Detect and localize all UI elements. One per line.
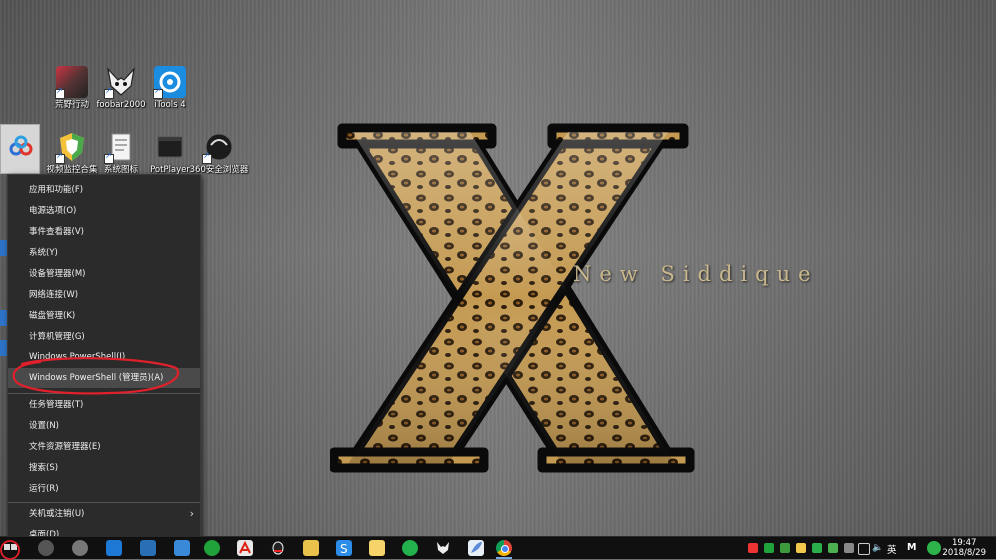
menu-item-shutdown[interactable]: 关机或注销(U) › — [8, 504, 200, 524]
browser-icon — [202, 131, 235, 164]
desktop-icon-itools[interactable]: iTools 4 — [140, 66, 200, 111]
wallpaper-x-logo — [330, 123, 695, 473]
tray-app-icon[interactable] — [844, 543, 854, 553]
ime-indicator[interactable]: 英 — [887, 542, 897, 556]
tray-shield-icon[interactable] — [780, 543, 790, 553]
menu-item-apps-features[interactable]: 应用和功能(F) — [8, 180, 200, 200]
taskbar-app-icon[interactable] — [140, 540, 156, 556]
yellow-app-icon[interactable] — [303, 540, 319, 556]
menu-item-device-manager[interactable]: 设备管理器(M) — [8, 264, 200, 284]
foobar-icon — [104, 66, 137, 99]
menu-item-settings[interactable]: 设置(N) — [8, 416, 200, 436]
tray-app-icon[interactable] — [812, 543, 822, 553]
wechat-icon[interactable] — [204, 540, 220, 556]
sogou-icon[interactable]: S — [336, 540, 352, 556]
menu-item-event-viewer[interactable]: 事件查看器(V) — [8, 222, 200, 242]
wallpaper-text: New Siddique — [573, 262, 819, 286]
cloud-icon — [9, 135, 33, 156]
taskbar: S 🔈 英 M 19:47 2018/8/29 — [0, 536, 996, 559]
volume-icon[interactable]: 🔈 — [872, 543, 883, 553]
menu-item-computer-management[interactable]: 计算机管理(G) — [8, 327, 200, 347]
taskbar-app-icon[interactable] — [72, 540, 88, 556]
tray-app-icon[interactable] — [796, 543, 806, 553]
taskbar-app-icon[interactable] — [38, 540, 54, 556]
foobar-icon[interactable] — [435, 540, 451, 556]
tray-wechat-icon[interactable] — [764, 543, 774, 553]
menu-separator — [8, 502, 200, 503]
edge-icon[interactable] — [106, 540, 122, 556]
tray-app-icon[interactable] — [748, 543, 758, 553]
tray-app-icon[interactable] — [828, 543, 838, 553]
ime-mode-indicator[interactable]: M — [907, 542, 916, 553]
clock-time: 19:47 — [951, 538, 977, 548]
menu-item-run[interactable]: 运行(R) — [8, 479, 200, 499]
feather-icon[interactable] — [468, 540, 484, 556]
itools-icon — [153, 66, 186, 99]
video-icon — [154, 131, 186, 163]
notes-icon[interactable] — [369, 540, 385, 556]
menu-item-label: 关机或注销(U) — [29, 509, 85, 519]
chevron-right-icon: › — [189, 507, 194, 520]
acrobat-icon[interactable] — [237, 540, 253, 556]
green-refresh-icon[interactable] — [402, 540, 418, 556]
menu-item-network-connections[interactable]: 网络连接(W) — [8, 285, 200, 305]
menu-item-disk-management[interactable]: 磁盘管理(K) — [8, 306, 200, 326]
taskbar-clock[interactable]: 19:47 2018/8/29 — [942, 538, 986, 558]
qq-icon[interactable] — [270, 540, 286, 556]
menu-item-power-options[interactable]: 电源选项(O) — [8, 201, 200, 221]
menu-item-system[interactable]: 系统(Y) — [8, 243, 200, 263]
menu-item-file-explorer[interactable]: 文件资源管理器(E) — [8, 437, 200, 457]
shield-icon — [55, 131, 88, 164]
desktop-icon-360browser[interactable]: 360安全浏览器 — [189, 131, 249, 176]
tray-network-icon[interactable] — [858, 543, 870, 555]
active-indicator — [496, 557, 512, 559]
pinned-cloud-app[interactable] — [0, 124, 40, 174]
game-icon — [55, 66, 88, 99]
taskbar-app-icon[interactable] — [174, 540, 190, 556]
svg-text:S: S — [340, 542, 348, 556]
menu-item-task-manager[interactable]: 任务管理器(T) — [8, 395, 200, 415]
desktop-icon-label: iTools 4 — [154, 100, 186, 110]
annotation-ellipse — [12, 357, 180, 395]
tray-owl-icon[interactable] — [927, 541, 941, 555]
menu-item-search[interactable]: 搜索(S) — [8, 458, 200, 478]
chrome-icon[interactable] — [496, 540, 512, 556]
clock-date: 2018/8/29 — [942, 548, 986, 558]
start-button[interactable] — [0, 538, 22, 560]
document-icon — [104, 131, 137, 164]
